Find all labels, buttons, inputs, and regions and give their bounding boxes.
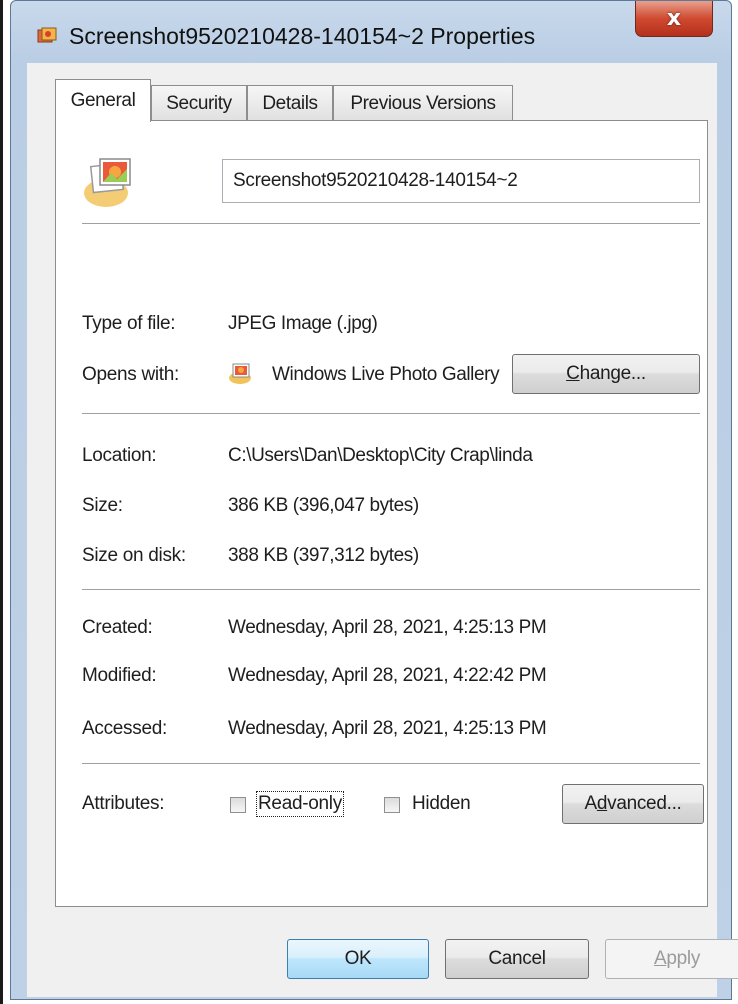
apply-button[interactable]: Apply (605, 939, 738, 979)
type-of-file-value: JPEG Image (.jpg) (228, 313, 378, 334)
change-button-text: hange... (579, 363, 647, 384)
tab-details[interactable]: Details (247, 85, 333, 121)
close-icon: x (666, 5, 682, 31)
advanced-button-text-b: vanced... (607, 793, 682, 814)
close-button[interactable]: x (635, 1, 713, 37)
modified-label: Modified: (82, 665, 157, 686)
accessed-label: Accessed: (82, 718, 167, 739)
dialog-client-area: General Security Details Previous Versio… (27, 63, 738, 997)
attributes-label: Attributes: (82, 793, 165, 814)
location-value: C:\Users\Dan\Desktop\City Crap\linda (228, 445, 533, 466)
apply-button-text: pply (666, 948, 701, 969)
advanced-button-accel: d (596, 793, 608, 814)
opens-with-value: Windows Live Photo Gallery (272, 364, 500, 385)
change-button-accel: C (566, 363, 580, 384)
accessed-value: Wednesday, April 28, 2021, 4:25:13 PM (228, 718, 547, 739)
size-on-disk-label: Size on disk: (82, 545, 186, 566)
hidden-accel: H (412, 793, 426, 814)
advanced-button[interactable]: Ad vanced... (562, 784, 704, 824)
separator (82, 589, 700, 591)
read-only-label[interactable]: Read-only (256, 791, 344, 817)
size-on-disk-value: 388 KB (397,312 bytes) (228, 545, 419, 566)
tab-previous-versions[interactable]: Previous Versions (333, 85, 513, 121)
change-button[interactable]: Change... (512, 354, 700, 394)
read-only-accel: R (258, 793, 272, 814)
cancel-button[interactable]: Cancel (445, 939, 589, 979)
size-label: Size: (82, 495, 123, 516)
created-value: Wednesday, April 28, 2021, 4:25:13 PM (228, 617, 547, 638)
created-label: Created: (82, 617, 153, 638)
background-window-edge (0, 0, 3, 1004)
location-label: Location: (82, 445, 157, 466)
separator (82, 413, 700, 415)
photo-gallery-icon (229, 363, 251, 384)
separator (82, 223, 700, 225)
size-value: 386 KB (396,047 bytes) (228, 495, 419, 516)
jpeg-file-icon (37, 27, 57, 43)
apply-button-accel: A (653, 948, 667, 969)
read-only-checkbox[interactable] (230, 797, 246, 813)
general-tab-panel: Type of file: JPEG Image (.jpg) Opens wi… (55, 120, 708, 907)
advanced-button-text-a: A (584, 793, 597, 814)
tab-general[interactable]: General (55, 79, 151, 122)
file-name-input[interactable] (222, 159, 700, 203)
opens-with-label: Opens with: (82, 364, 180, 385)
properties-dialog: Screenshot9520210428-140154~2 Properties… (10, 0, 738, 1000)
title-bar[interactable]: Screenshot9520210428-140154~2 Properties… (11, 1, 731, 67)
jpeg-file-large-icon (84, 158, 131, 207)
type-of-file-label: Type of file: (82, 313, 176, 334)
window-title: Screenshot9520210428-140154~2 Properties (69, 23, 536, 49)
tab-security[interactable]: Security (151, 85, 247, 121)
hidden-checkbox[interactable] (384, 797, 400, 813)
separator (82, 763, 700, 765)
hidden-text: idden (425, 793, 471, 814)
hidden-label[interactable]: Hidden (412, 793, 471, 815)
modified-value: Wednesday, April 28, 2021, 4:22:42 PM (228, 665, 547, 686)
ok-button[interactable]: OK (287, 939, 429, 979)
read-only-text: ead-only (271, 793, 342, 814)
